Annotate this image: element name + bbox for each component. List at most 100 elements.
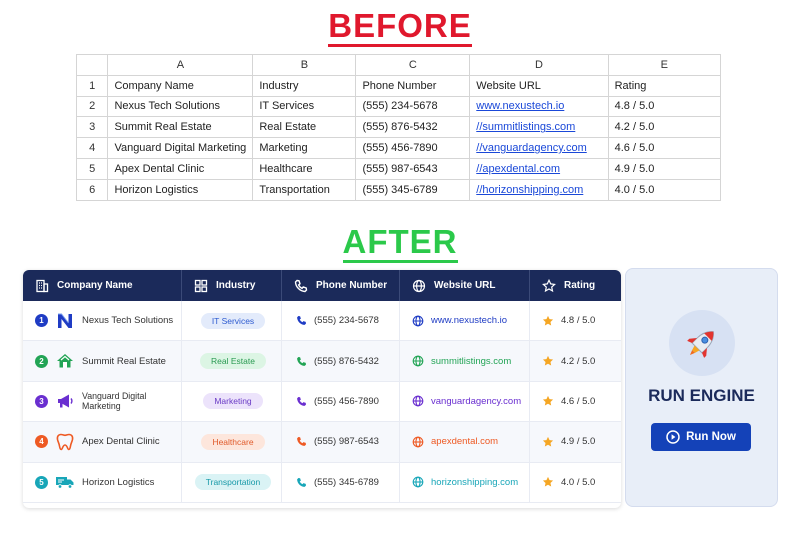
- building-icon: [36, 279, 49, 292]
- url-cell[interactable]: summitlistings.com: [400, 341, 530, 381]
- url-cell[interactable]: horizonshipping.com: [400, 462, 530, 502]
- url-cell: Website URL: [469, 74, 609, 97]
- row-number: 3: [75, 116, 109, 139]
- website-link[interactable]: summitlistings.com: [431, 356, 511, 367]
- phone-cell: (555) 456-7890: [355, 137, 471, 159]
- industry-cell: Transportation: [252, 178, 357, 201]
- phone-cell: (555) 456-7890: [282, 381, 400, 422]
- rating-cell: 4.9 / 5.0: [530, 422, 621, 461]
- industry-cell: Marketing: [182, 381, 282, 422]
- header-phone-label: Phone Number: [316, 280, 388, 291]
- url-cell[interactable]: vanguardagency.com: [400, 381, 530, 422]
- industry-pill: Marketing: [203, 393, 263, 410]
- phone-icon: [297, 356, 306, 366]
- industry-cell: Marketing: [252, 137, 357, 159]
- industry-cell: Industry: [252, 74, 357, 97]
- rating-cell: 4.2 / 5.0: [607, 116, 722, 139]
- company-table: Company Name Industry Phone Number Websi…: [23, 270, 621, 508]
- header-company-label: Company Name: [57, 280, 133, 291]
- url-cell[interactable]: apexdental.com: [400, 422, 530, 462]
- url-cell[interactable]: //apexdental.com: [469, 157, 609, 180]
- header-url-label: Website URL: [434, 280, 496, 291]
- company-name: Apex Dental Clinic: [82, 436, 160, 448]
- table-row[interactable]: 5 Horizon Logistics Transportation (555)…: [23, 462, 621, 503]
- rating-cell: 4.0 / 5.0: [530, 463, 621, 502]
- star-outline-icon: [542, 278, 556, 292]
- website-link[interactable]: vanguardagency.com: [431, 396, 521, 407]
- industry-pill: Healthcare: [201, 433, 265, 450]
- rating-value: 4.6 / 5.0: [561, 395, 596, 407]
- phone-cell: (555) 234-5678: [282, 301, 400, 341]
- industry-cell: Real Estate: [182, 341, 282, 381]
- company-name: Summit Real Estate: [82, 355, 166, 367]
- header-company[interactable]: Company Name: [23, 270, 182, 301]
- column-header-b[interactable]: B: [252, 54, 357, 76]
- globe-icon: [412, 279, 426, 292]
- run-now-button[interactable]: Run Now: [651, 423, 751, 451]
- sheet-row: 5 Apex Dental Clinic Healthcare (555) 987-6…: [75, 157, 722, 180]
- sheet-row: 4 Vanguard Digital Marketing Marketing (555…: [75, 137, 722, 159]
- star-icon: [542, 315, 554, 326]
- column-header-e[interactable]: E: [607, 54, 722, 76]
- url-cell[interactable]: www.nexustech.io: [469, 95, 609, 118]
- table-row[interactable]: 1 Nexus Tech Solutions IT Services (555)…: [23, 301, 621, 342]
- star-icon: [542, 477, 554, 487]
- industry-pill: IT Services: [200, 312, 266, 329]
- url-cell[interactable]: //vanguardagency.com: [469, 137, 609, 159]
- phone-icon: [297, 316, 306, 326]
- header-industry[interactable]: Industry: [182, 270, 282, 301]
- company-cell: Vanguard Digital Marketing: [107, 137, 254, 159]
- company-cell: Nexus Tech Solutions: [107, 95, 254, 118]
- phone-icon: [297, 396, 306, 406]
- company-cell: Company Name: [107, 74, 254, 97]
- table-row[interactable]: 2 Summit Real Estate Real Estate (555) 8…: [23, 341, 621, 382]
- website-link[interactable]: www.nexustech.io: [431, 315, 507, 326]
- industry-cell: Transportation: [182, 462, 282, 502]
- phone-number: (555) 876-5432: [314, 355, 379, 367]
- rating-cell: Rating: [607, 74, 722, 97]
- website-link[interactable]: apexdental.com: [431, 436, 498, 447]
- table-row[interactable]: 3 Vanguard Digital Marketing Marketing (…: [23, 381, 621, 423]
- company-name: Nexus Tech Solutions: [82, 315, 174, 327]
- phone-icon: [294, 279, 308, 292]
- rating-value: 4.8 / 5.0: [561, 315, 596, 327]
- table-header: Company Name Industry Phone Number Websi…: [23, 270, 621, 301]
- megaphone-icon: [55, 391, 75, 411]
- rating-cell: 4.0 / 5.0: [607, 178, 722, 201]
- column-header-a[interactable]: A: [107, 54, 254, 76]
- header-phone[interactable]: Phone Number: [282, 270, 400, 301]
- house-icon: [55, 351, 75, 371]
- company-name: Vanguard Digital Marketing: [82, 391, 147, 412]
- row-number: 1: [75, 74, 109, 97]
- company-cell: 4 Apex Dental Clinic: [23, 422, 182, 462]
- before-spreadsheet: A B C D E 1 Company Name Industry Phone Num…: [75, 54, 722, 201]
- website-link[interactable]: horizonshipping.com: [431, 477, 518, 488]
- rating-cell: 4.2 / 5.0: [530, 341, 621, 380]
- company-cell: Summit Real Estate: [107, 116, 254, 139]
- run-now-label: Run Now: [686, 431, 736, 443]
- url-cell[interactable]: www.nexustech.io: [400, 301, 530, 341]
- header-url[interactable]: Website URL: [400, 270, 530, 301]
- column-header-row: A B C D E: [75, 54, 722, 76]
- row-number-badge: 5: [35, 475, 48, 489]
- n-logo-icon: [55, 311, 75, 331]
- column-header-d[interactable]: D: [469, 54, 609, 76]
- column-header-c[interactable]: C: [355, 54, 471, 76]
- row-number-badge: 2: [35, 354, 48, 368]
- industry-pill: Real Estate: [200, 353, 266, 370]
- grid-icon: [194, 279, 208, 292]
- url-cell[interactable]: //horizonshipping.com: [469, 178, 609, 201]
- phone-cell: (555) 345-6789: [355, 178, 471, 201]
- company-cell: Apex Dental Clinic: [107, 157, 254, 180]
- industry-cell: Healthcare: [182, 422, 282, 462]
- header-rating[interactable]: Rating: [530, 270, 621, 301]
- phone-cell: (555) 876-5432: [355, 116, 471, 139]
- rating-cell: 4.8 / 5.0: [530, 301, 621, 340]
- industry-cell: Healthcare: [252, 157, 357, 180]
- url-cell[interactable]: //summitlistings.com: [469, 116, 609, 139]
- table-row[interactable]: 4 Apex Dental Clinic Healthcare (555) 98…: [23, 422, 621, 463]
- globe-icon: [412, 436, 424, 448]
- row-number: 2: [75, 95, 109, 118]
- row-number-badge: 1: [35, 314, 48, 328]
- rating-cell: 4.6 / 5.0: [530, 382, 621, 421]
